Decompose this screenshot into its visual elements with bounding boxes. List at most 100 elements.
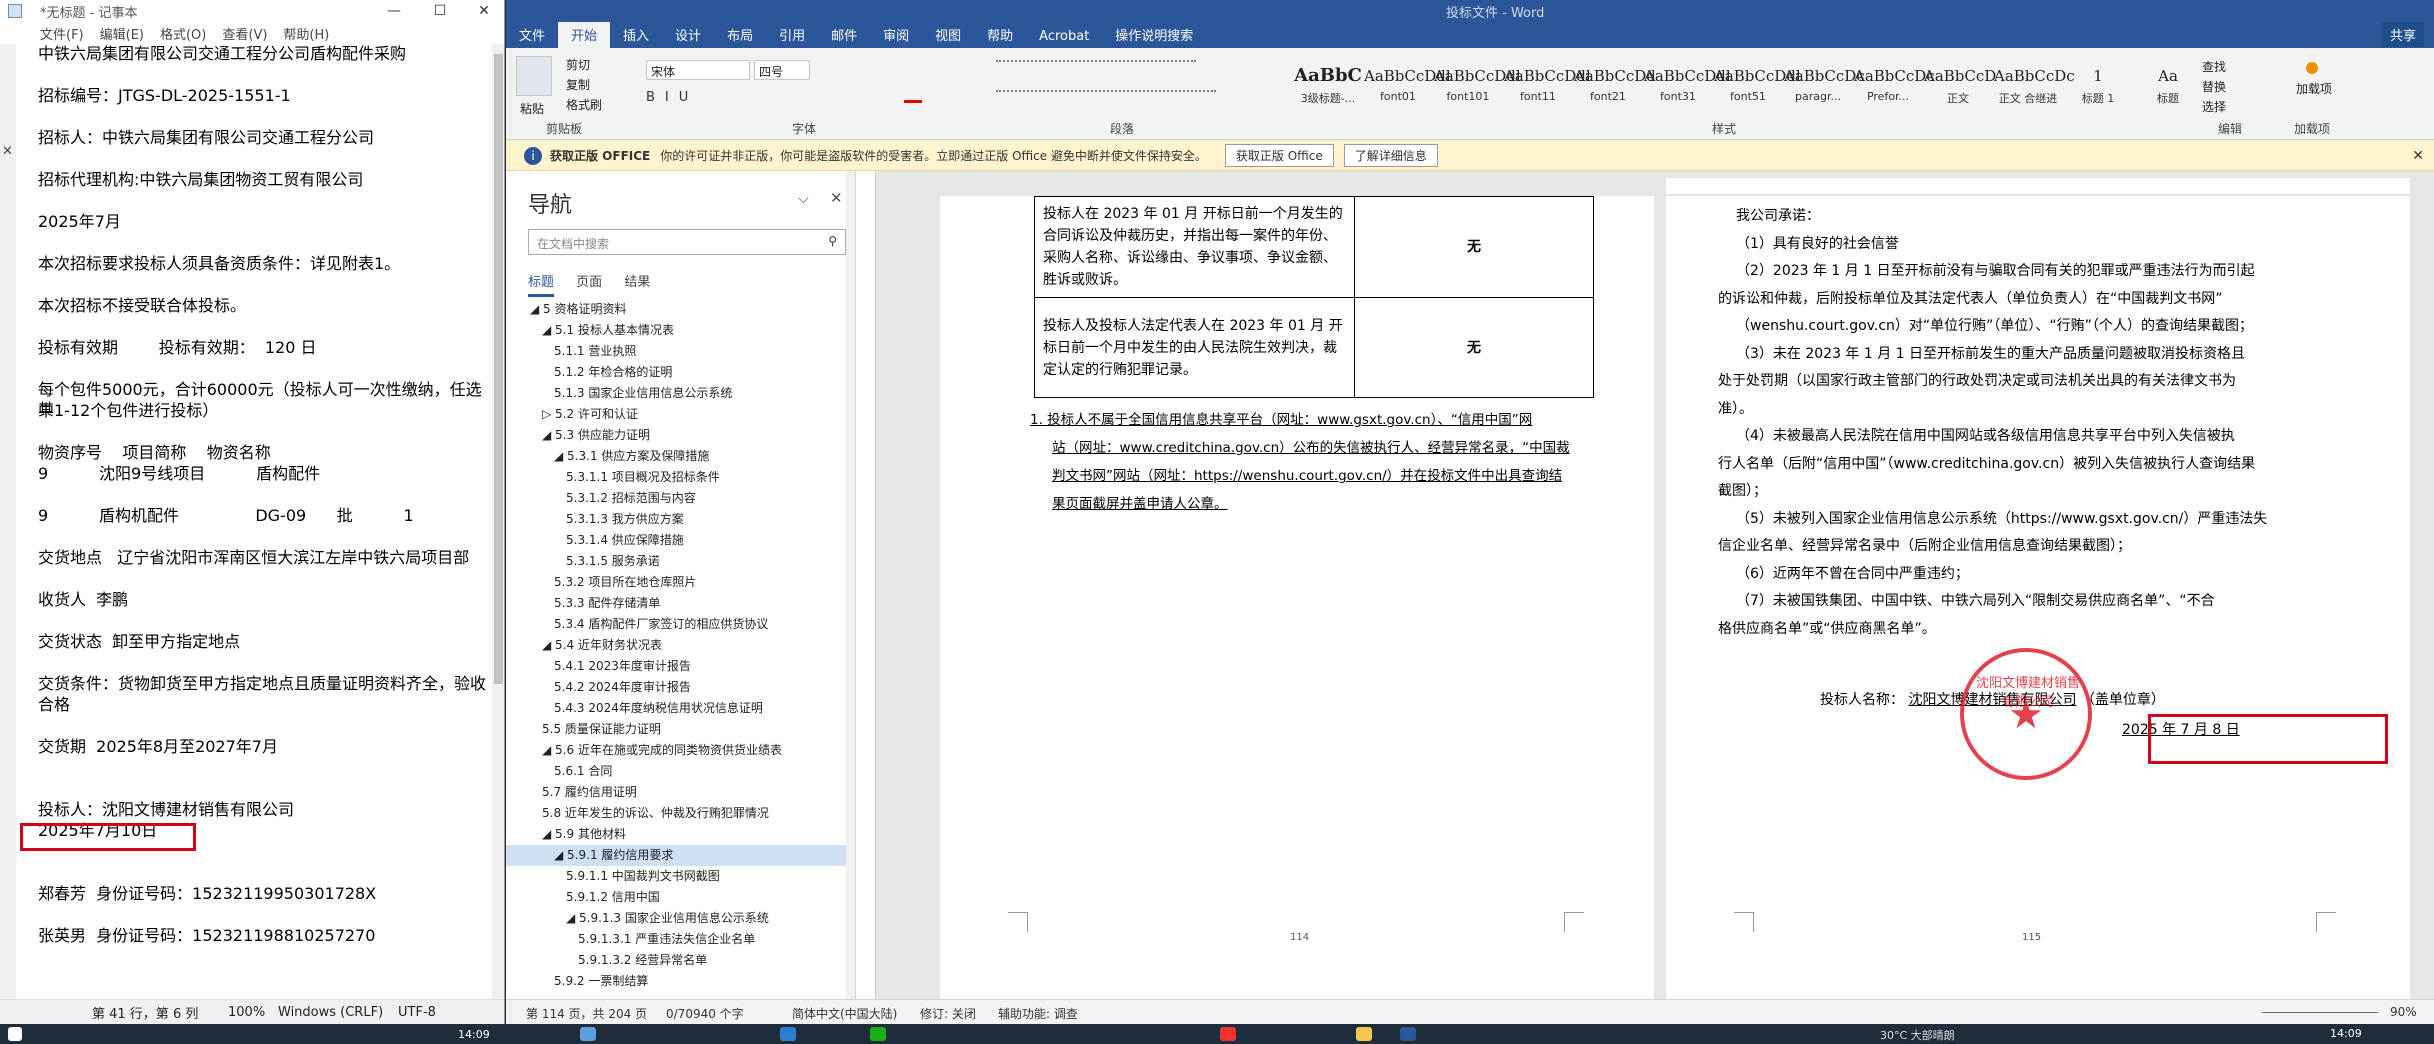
select-button[interactable]: 选择 <box>2202 98 2226 115</box>
style-item[interactable]: AaBbCcDc 正文 合继进 <box>1994 62 2075 118</box>
style-item[interactable]: AaBbC 3级标题-... <box>1294 62 1362 118</box>
nav-heading-item[interactable]: 5.5 质量保证能力证明 <box>506 719 855 740</box>
word-window[interactable]: 投标文件 - Word 文件 开始 插入 设计 布局 引用 邮件 审阅 视图 帮… <box>506 0 2434 1024</box>
nav-heading-item[interactable]: ◢ 5.9.1 履约信用要求 <box>506 845 855 866</box>
wechat-icon[interactable] <box>870 1027 886 1041</box>
style-item[interactable]: AaBbCcDc Prefor... <box>1854 62 1935 118</box>
style-item[interactable]: AaBbCcDc paragr... <box>1784 62 1865 118</box>
tab-design[interactable]: 设计 <box>662 21 714 48</box>
page-count[interactable]: 第 114 页，共 204 页 <box>526 1005 647 1022</box>
track-changes[interactable]: 修订: 关闭 <box>920 1005 976 1022</box>
nav-heading-item[interactable]: 5.9.1.3.1 严重违法失信企业名单 <box>506 929 855 950</box>
zoom-slider[interactable] <box>2262 1012 2378 1013</box>
folder-icon[interactable] <box>1356 1027 1372 1041</box>
nav-heading-item[interactable]: 5.3.4 盾构配件厂家签订的相应供货协议 <box>506 614 855 635</box>
nav-heading-item[interactable]: 5.4.1 2023年度审计报告 <box>506 656 855 677</box>
document-page-114[interactable]: 投标人在 2023 年 01 月 开标日前一个月发生的合同诉讼及仲裁历史，并指出… <box>940 196 1654 999</box>
tab-layout[interactable]: 布局 <box>714 21 766 48</box>
nav-heading-item[interactable]: 5.9.1.1 中国裁判文书网截图 <box>506 866 855 887</box>
tab-home[interactable]: 开始 <box>558 21 611 48</box>
nav-heading-item[interactable]: 5.4.2 2024年度审计报告 <box>506 677 855 698</box>
tab-review[interactable]: 审阅 <box>870 21 922 48</box>
addin-button[interactable]: 加载项 <box>2294 80 2334 97</box>
nav-heading-item[interactable]: ◢ 5.3.1 供应方案及保障措施 <box>506 446 855 467</box>
nav-heading-item[interactable]: 5.9.1.2 信用中国 <box>506 887 855 908</box>
replace-button[interactable]: 替换 <box>2202 78 2226 95</box>
nav-search-input[interactable]: 在文档中搜索 ⚲ <box>528 229 846 255</box>
nav-heading-item[interactable]: 5.8 近年发生的诉讼、仲裁及行贿犯罪情况 <box>506 803 855 824</box>
tell-me-search[interactable]: 操作说明搜索 <box>1102 21 1206 48</box>
share-button[interactable]: 共享 <box>2381 22 2424 47</box>
nav-heading-item[interactable]: 5.9.1.3.2 经营异常名单 <box>506 950 855 971</box>
style-item[interactable]: AaBbCcDd font21 <box>1574 62 1656 118</box>
style-item[interactable]: AaBbCcDdl font11 <box>1504 62 1591 118</box>
font-name-select[interactable]: 宋体 <box>646 60 750 80</box>
nav-heading-item[interactable]: 5.3.1.1 项目概况及招标条件 <box>506 467 855 488</box>
nav-heading-item[interactable]: ◢ 5.9.1.3 国家企业信用信息公示系统 <box>506 908 855 929</box>
find-button[interactable]: 查找 <box>2202 58 2226 75</box>
nav-heading-item[interactable]: 5.3.1.4 供应保障措施 <box>506 530 855 551</box>
menu-help[interactable]: 帮助(H) <box>283 24 329 43</box>
zoom-percent[interactable]: 90% <box>2390 1005 2417 1019</box>
nav-heading-item[interactable]: ◢ 5.1 投标人基本情况表 <box>506 320 855 341</box>
tab-view[interactable]: 视图 <box>922 21 974 48</box>
search-icon[interactable]: ⚲ <box>828 234 837 248</box>
tab-mailings[interactable]: 邮件 <box>818 21 870 48</box>
copy-button[interactable]: 复制 <box>566 76 590 93</box>
style-item[interactable]: 1 标题 1 <box>2064 62 2132 118</box>
nav-heading-item[interactable]: ◢ 5.3 供应能力证明 <box>506 425 855 446</box>
menu-view[interactable]: 查看(V) <box>222 24 267 43</box>
word-count[interactable]: 0/70940 个字 <box>666 1005 744 1022</box>
accessibility[interactable]: 辅助功能: 调查 <box>998 1005 1078 1022</box>
font-format-buttons[interactable]: BIU <box>646 90 698 105</box>
nav-heading-item[interactable]: 5.4.3 2024年度纳税信用状况信息证明 <box>506 698 855 719</box>
nav-heading-item[interactable]: ◢ 5.9 其他材料 <box>506 824 855 845</box>
scrollbar-thumb[interactable] <box>494 54 503 684</box>
chevron-down-icon[interactable]: ⌵ <box>798 191 809 207</box>
nav-heading-item[interactable]: ◢ 5.4 近年财务状况表 <box>506 635 855 656</box>
weather[interactable]: 30°C 大部晴朗 <box>1880 1027 1955 1043</box>
close-icon[interactable]: ✕ <box>2412 148 2424 164</box>
format-painter-button[interactable]: 格式刷 <box>566 96 602 113</box>
nav-heading-item[interactable]: 5.1.3 国家企业信用信息公示系统 <box>506 383 855 404</box>
close-icon[interactable]: ✕ <box>830 189 843 207</box>
nav-heading-item[interactable]: ▷ 5.2 许可和认证 <box>506 404 855 425</box>
chrome-icon[interactable] <box>1220 1027 1236 1041</box>
style-item[interactable]: AaBbCcDdl font51 <box>1714 62 1801 118</box>
notepad-scrollbar[interactable] <box>492 44 504 999</box>
style-item[interactable]: AaBbCcDdl font01 <box>1364 62 1451 118</box>
nav-heading-item[interactable]: 5.3.1.3 我方供应方案 <box>506 509 855 530</box>
nav-heading-item[interactable]: 5.1.1 营业执照 <box>506 341 855 362</box>
tab-insert[interactable]: 插入 <box>610 21 662 48</box>
close-icon[interactable]: ✕ <box>462 0 504 22</box>
nav-heading-item[interactable]: 5.3.1.5 服务承诺 <box>506 551 855 572</box>
nav-heading-item[interactable]: 5.3.3 配件存储清单 <box>506 593 855 614</box>
notepad-window[interactable]: *无标题 - 记事本 — ☐ ✕ 文件(F) 编辑(E) 格式(O) 查看(V)… <box>0 0 505 1024</box>
edge-icon[interactable] <box>780 1027 796 1041</box>
nav-heading-item[interactable]: 5.9.2 一票制结算 <box>506 971 855 992</box>
close-icon[interactable]: ✕ <box>2 144 13 159</box>
tab-help[interactable]: 帮助 <box>974 21 1026 48</box>
language[interactable]: 简体中文(中国大陆) <box>792 1005 897 1022</box>
tab-acrobat[interactable]: Acrobat <box>1026 25 1102 48</box>
font-color-icon[interactable] <box>904 100 922 103</box>
tab-file[interactable]: 文件 <box>506 21 558 48</box>
nav-tab-results[interactable]: 结果 <box>624 275 650 294</box>
nav-heading-item[interactable]: 5.7 履约信用证明 <box>506 782 855 803</box>
clock[interactable]: 14:09 <box>2330 1027 2362 1040</box>
menu-edit[interactable]: 编辑(E) <box>100 24 144 43</box>
nav-tab-headings[interactable]: 标题 <box>528 275 555 297</box>
minimize-icon[interactable]: — <box>372 0 416 22</box>
tab-references[interactable]: 引用 <box>766 21 818 48</box>
menu-format[interactable]: 格式(O) <box>160 24 206 43</box>
style-item[interactable]: AaBbCcD 正文 <box>1924 62 1996 118</box>
word-icon[interactable] <box>1400 1027 1416 1041</box>
nav-heading-item[interactable]: 5.3.1.2 招标范围与内容 <box>506 488 855 509</box>
paste-button[interactable]: 粘贴 <box>520 100 544 117</box>
learn-more-button[interactable]: 了解详细信息 <box>1343 144 1438 167</box>
nav-heading-item[interactable]: ◢ 5 资格证明资料 <box>506 299 855 320</box>
paragraph-list-buttons[interactable] <box>996 60 1196 74</box>
paragraph-align-buttons[interactable] <box>996 90 1216 104</box>
style-item[interactable]: AaBbCcDdl font31 <box>1644 62 1731 118</box>
paste-icon[interactable] <box>516 56 552 96</box>
